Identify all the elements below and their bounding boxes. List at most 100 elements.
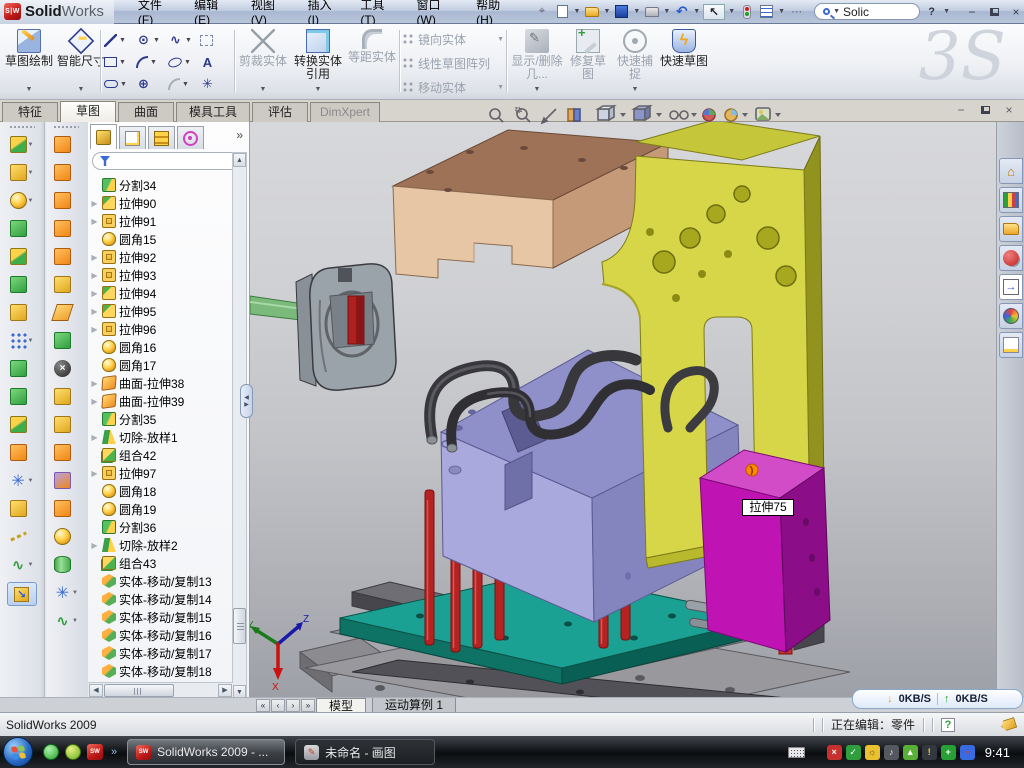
- tree-item[interactable]: ▶ 圆角15: [90, 230, 232, 248]
- scroll-left-icon[interactable]: ◀: [89, 684, 103, 697]
- volume-icon[interactable]: ♪: [884, 745, 899, 760]
- extruded-cut-icon[interactable]: ▼: [4, 159, 40, 186]
- select-dropdown-icon[interactable]: ▼: [728, 8, 735, 15]
- boundary-surface-icon[interactable]: ▼: [48, 215, 84, 242]
- tree-item[interactable]: ▶ 实体-移动/复制18: [90, 662, 232, 680]
- save-icon[interactable]: [613, 4, 630, 20]
- appearances-scenes-tab[interactable]: [999, 303, 1023, 329]
- start-button[interactable]: [3, 737, 33, 767]
- expander-icon[interactable]: ▶: [90, 541, 99, 550]
- scroll-right-icon[interactable]: ▶: [218, 684, 232, 697]
- fillet-tool-icon[interactable]: ▼: [4, 187, 40, 214]
- open-dropdown-icon[interactable]: ▼: [603, 8, 610, 15]
- dropdown-arrow-icon[interactable]: [691, 113, 697, 117]
- edit-appearance-icon[interactable]: [703, 109, 715, 121]
- shell-tool-icon[interactable]: ▼: [4, 243, 40, 270]
- pattern-tool-icon[interactable]: ▼: [4, 327, 40, 354]
- tab-曲面[interactable]: 曲面: [118, 102, 174, 122]
- dropdown-arrow-icon[interactable]: [742, 113, 748, 117]
- combine-tool-icon[interactable]: ▼: [4, 411, 40, 438]
- solidworks-quicklaunch-icon[interactable]: SW: [87, 744, 103, 760]
- vertical-scroll-thumb[interactable]: [233, 608, 246, 644]
- traffic-light-icon[interactable]: [738, 4, 755, 20]
- extruded-boss-icon[interactable]: ▼: [4, 131, 40, 158]
- media-player-icon[interactable]: [65, 744, 81, 760]
- tree-item[interactable]: ▶ 实体-移动/复制17: [90, 644, 232, 662]
- scheduler-icon[interactable]: ☼: [865, 745, 880, 760]
- flyout-arrow-icon[interactable]: ▼: [28, 142, 34, 148]
- hide-show-items-icon[interactable]: [670, 111, 688, 119]
- undo-dropdown-icon[interactable]: ▼: [693, 8, 700, 15]
- tree-item[interactable]: ▶ 圆角18: [90, 482, 232, 500]
- dropdown-arrow-icon[interactable]: ▼: [120, 81, 127, 88]
- tree-item[interactable]: ▶ 组合42: [90, 446, 232, 464]
- minimize-icon[interactable]: −: [964, 5, 980, 19]
- updater-icon[interactable]: ▲: [903, 745, 918, 760]
- dome-tool-icon[interactable]: ▼: [48, 523, 84, 550]
- tree-item[interactable]: ▶ 分割34: [90, 176, 232, 194]
- taskbar-window-paint[interactable]: ✎ 未命名 - 画图: [295, 739, 435, 765]
- expander-icon[interactable]: ▶: [90, 379, 99, 388]
- expander-icon[interactable]: ▶: [90, 253, 99, 262]
- move-copy-body-icon[interactable]: ▼: [4, 439, 40, 466]
- spline-tool-icon[interactable]: ∿▼: [168, 30, 202, 50]
- tree-item[interactable]: ▶ 圆角19: [90, 500, 232, 518]
- close-icon[interactable]: ×: [1008, 5, 1024, 19]
- tree-item[interactable]: ▶ 拉伸94: [90, 284, 232, 302]
- dropdown-arrow-icon[interactable]: ▼: [119, 37, 126, 44]
- expander-icon[interactable]: ▶: [90, 307, 99, 316]
- dropdown-arrow-icon[interactable]: ▼: [78, 83, 85, 96]
- dropdown-arrow-icon[interactable]: ▼: [497, 36, 504, 43]
- quick-tips-icon[interactable]: ?: [941, 718, 955, 732]
- tree-item[interactable]: ▶ 圆角16: [90, 338, 232, 356]
- keyboard-tray-icon[interactable]: [788, 747, 805, 758]
- dropdown-arrow-icon[interactable]: ▼: [119, 59, 126, 66]
- tree-item[interactable]: ▶ 实体-移动/复制15: [90, 608, 232, 626]
- pushpin-icon[interactable]: ⌖: [534, 4, 551, 20]
- section-view-icon[interactable]: [568, 109, 580, 121]
- tree-item[interactable]: ▶ 拉伸96: [90, 320, 232, 338]
- slot-tool-icon[interactable]: ▼: [104, 74, 138, 94]
- dropdown-arrow-icon[interactable]: ▼: [184, 59, 191, 66]
- taskbar-window-solidworks[interactable]: SW SolidWorks 2009 - ...: [127, 739, 285, 765]
- tree-item[interactable]: ▶ 拉伸92: [90, 248, 232, 266]
- tree-item[interactable]: ▶ 切除-放样1: [90, 428, 232, 446]
- solidworks-toolbox-tab[interactable]: [999, 245, 1023, 271]
- rib-tool-icon[interactable]: ▼: [4, 271, 40, 298]
- line-tool-icon[interactable]: ▼: [104, 30, 138, 50]
- tree-item[interactable]: ▶ 实体-移动/复制14: [90, 590, 232, 608]
- doc-tab-模型[interactable]: 模型: [316, 698, 366, 713]
- graphics-viewport[interactable]: Y Z X 拉伸75: [250, 122, 996, 697]
- expander-icon[interactable]: ▶: [90, 217, 99, 226]
- options-dropdown-icon[interactable]: ▼: [778, 8, 785, 15]
- toolbar-grip[interactable]: [53, 125, 79, 129]
- view-orientation-icon[interactable]: [598, 106, 614, 120]
- tree-filter-input[interactable]: [92, 152, 242, 170]
- doc-restore-icon[interactable]: [978, 103, 992, 117]
- planar-surface-icon[interactable]: ▼: [48, 299, 84, 326]
- search-dropdown-icon[interactable]: ▼: [833, 8, 840, 15]
- curve2-tool-icon[interactable]: ∿ ▼: [48, 607, 84, 634]
- panel-splitter-handle[interactable]: ◀▶: [240, 384, 253, 418]
- search-input[interactable]: Solic: [843, 5, 869, 19]
- curve-tool-icon[interactable]: ∿ ▼: [4, 551, 40, 578]
- dropdown-arrow-icon[interactable]: [620, 113, 626, 117]
- next-page-button[interactable]: ›: [286, 699, 300, 712]
- dimxpertmanager-tab[interactable]: [177, 126, 204, 149]
- parting-line-icon[interactable]: ▼: [48, 411, 84, 438]
- tree-item[interactable]: ▶ 实体-移动/复制16: [90, 626, 232, 644]
- rapid-sketch-button[interactable]: ϟ 快速草图: [660, 28, 708, 96]
- tab-模具工具[interactable]: 模具工具: [176, 102, 250, 122]
- extend-surface-icon[interactable]: ▼: [48, 327, 84, 354]
- tab-DimXpert[interactable]: DimXpert: [310, 102, 380, 122]
- view-settings-icon[interactable]: [756, 108, 770, 120]
- tree-item[interactable]: ▶ 拉伸91: [90, 212, 232, 230]
- open-icon[interactable]: [583, 4, 600, 20]
- print-dropdown-icon[interactable]: ▼: [663, 8, 670, 15]
- dropdown-arrow-icon[interactable]: ▼: [153, 37, 160, 44]
- dropdown-arrow-icon[interactable]: [775, 113, 781, 117]
- reference-point-icon[interactable]: ✳ ▼: [4, 467, 40, 494]
- tag-icon[interactable]: [1000, 717, 1018, 732]
- new-document-icon[interactable]: [554, 4, 571, 20]
- network-warning-icon[interactable]: !: [922, 745, 937, 760]
